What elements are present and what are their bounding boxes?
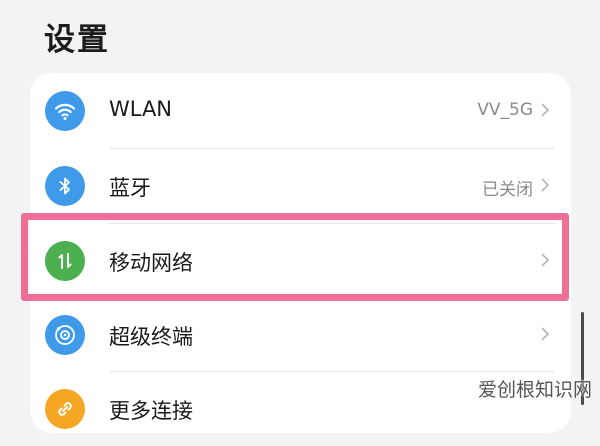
settings-item-label: 超级终端 [109, 325, 193, 349]
settings-item-label: 移动网络 [109, 251, 193, 275]
settings-item-label: 更多连接 [109, 399, 193, 423]
wifi-icon [45, 91, 85, 131]
settings-item-bluetooth[interactable]: 蓝牙 已关闭 [30, 148, 571, 223]
link-icon [45, 389, 85, 429]
settings-item-wlan[interactable]: WLAN VV_5G [30, 73, 571, 148]
chevron-right-icon [541, 103, 550, 117]
mobile-data-icon [45, 241, 85, 281]
chevron-right-icon [541, 253, 550, 267]
settings-item-super-device[interactable]: 超级终端 [30, 297, 571, 372]
watermark: 爱创根知识网 [477, 379, 592, 401]
settings-item-value: VV_5G [477, 100, 533, 120]
settings-item-mobile-network[interactable]: 移动网络 [30, 223, 571, 298]
chevron-right-icon [541, 327, 550, 341]
super-device-icon [45, 315, 85, 355]
bluetooth-icon [45, 166, 85, 206]
page-title: 设置 [44, 22, 110, 58]
settings-item-label: WLAN [109, 97, 173, 121]
settings-item-value: 已关闭 [482, 180, 533, 200]
chevron-right-icon [541, 178, 550, 192]
settings-item-label: 蓝牙 [109, 176, 151, 200]
